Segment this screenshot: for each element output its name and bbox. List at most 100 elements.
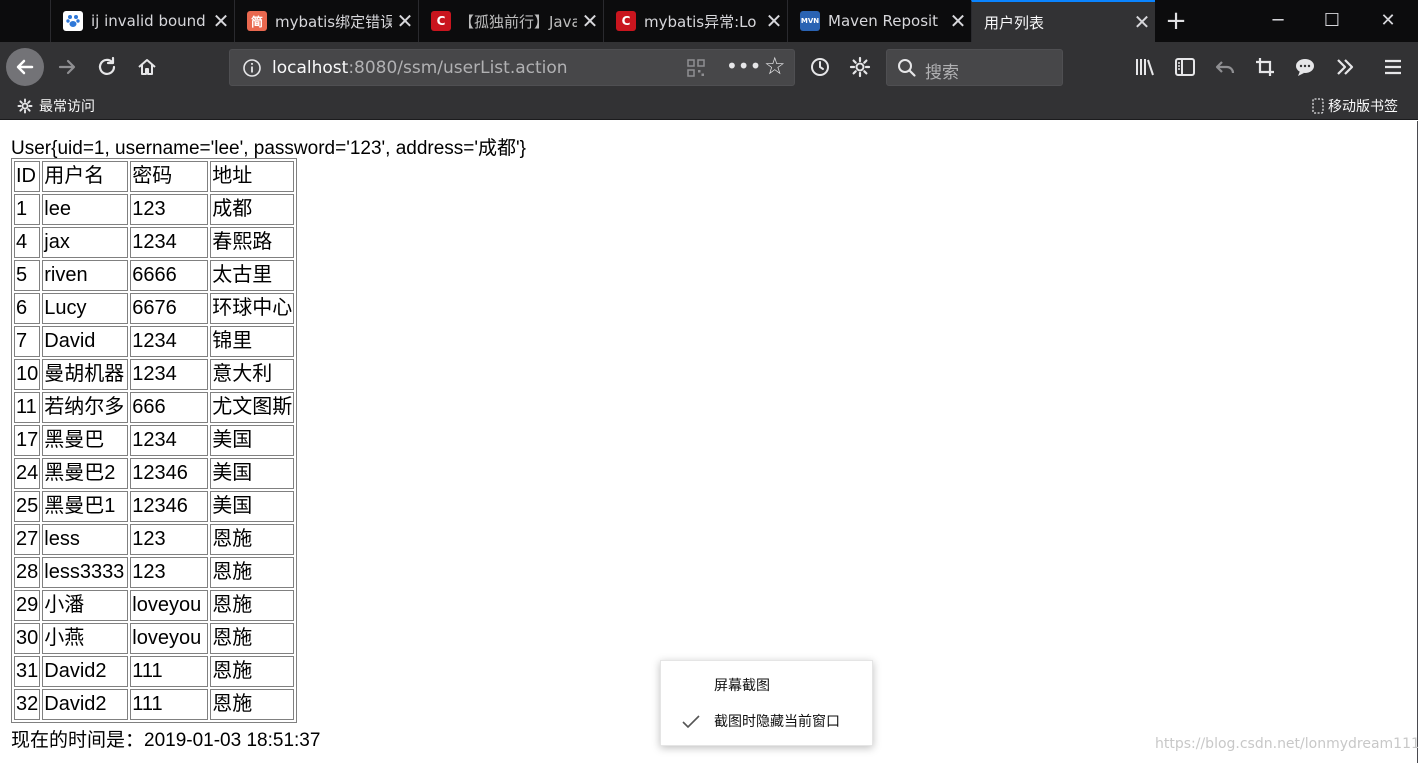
home-button[interactable] (130, 47, 164, 87)
csdn-logo-icon: C (616, 11, 636, 31)
table-cell: riven (42, 260, 129, 291)
gear-icon (17, 98, 33, 114)
forward-arrow-icon (58, 59, 76, 75)
crop-screenshot-button[interactable] (1248, 47, 1282, 87)
bookmark-star-icon[interactable]: ☆ (764, 52, 786, 80)
tab-title: Maven Reposit (828, 12, 939, 30)
table-cell: 1234 (130, 326, 209, 357)
tab-title: 用户列表 (984, 13, 1045, 32)
tab-title: ij invalid bound (91, 12, 206, 30)
table-cell: 29 (14, 590, 41, 621)
table-header-cell: 密码 (130, 161, 209, 192)
table-cell: 恩施 (210, 656, 295, 687)
table-cell: 123 (130, 524, 209, 555)
reload-button[interactable] (90, 47, 124, 87)
tab-lonely-forward-java[interactable]: C 【孤独前行】Java ✕ (418, 0, 603, 42)
table-cell: 意大利 (210, 359, 295, 390)
table-cell: jax (42, 227, 129, 258)
sidebar-icon (1175, 58, 1195, 76)
tab-maven-repository[interactable]: MVN Maven Reposit ✕ (787, 0, 971, 42)
table-row: 27 less 123 恩施 (14, 524, 295, 555)
window-close-icon[interactable]: ✕ (1360, 0, 1416, 42)
table-row: 5 riven 6666 太古里 (14, 260, 295, 291)
chat-button[interactable] (1288, 47, 1322, 87)
close-icon[interactable]: ✕ (392, 9, 418, 33)
table-cell: 春熙路 (210, 227, 295, 258)
table-cell: 6 (14, 293, 41, 324)
table-cell: 30 (14, 623, 41, 654)
user-object-text: User{uid=1, username='lee', password='12… (11, 138, 527, 159)
jianshu-logo-icon: 简 (247, 11, 267, 31)
history-button[interactable] (803, 47, 837, 87)
table-cell: 太古里 (210, 260, 295, 291)
qr-code-icon[interactable] (686, 58, 706, 78)
bookmark-label: 移动版书签 (1328, 99, 1398, 115)
table-cell: 恩施 (210, 524, 295, 555)
table-cell: 1 (14, 194, 41, 225)
table-header-cell: 用户名 (42, 161, 129, 192)
table-cell: 恩施 (210, 689, 295, 720)
close-icon[interactable]: ✕ (945, 9, 971, 33)
table-cell: 31 (14, 656, 41, 687)
close-icon[interactable]: ✕ (208, 9, 234, 33)
mobile-bookmarks-icon (1312, 98, 1324, 114)
search-box[interactable]: 搜索 (886, 49, 1063, 86)
back-button[interactable] (6, 48, 44, 86)
table-row: 32 David2 111 恩施 (14, 689, 295, 720)
table-row: 10 曼胡机器 1234 意大利 (14, 359, 295, 390)
maximize-icon[interactable]: ☐ (1304, 0, 1360, 42)
url-bar[interactable]: localhost:8080/ssm/userList.action ••• ☆ (229, 49, 795, 86)
undo-button[interactable] (1208, 47, 1242, 87)
table-cell: 1234 (130, 227, 209, 258)
tab-user-list[interactable]: 用户列表 ✕ (971, 0, 1155, 42)
tab-title: mybatis绑定错误 (275, 12, 392, 31)
new-tab-plus-icon[interactable]: + (1160, 5, 1192, 37)
tab-mybatis-exception[interactable]: C mybatis异常:Lo ✕ (603, 0, 787, 42)
table-cell: 123 (130, 194, 209, 225)
settings-button[interactable] (843, 47, 877, 87)
table-cell: 黑曼巴1 (42, 491, 129, 522)
menu-item-screen-capture[interactable]: 屏幕截图 (661, 670, 874, 702)
navigation-toolbar: localhost:8080/ssm/userList.action ••• ☆… (0, 42, 1418, 92)
close-icon[interactable]: ✕ (761, 9, 787, 33)
table-cell: Lucy (42, 293, 129, 324)
forward-button[interactable] (50, 47, 84, 87)
table-row: 6 Lucy 6676 环球中心 (14, 293, 295, 324)
table-cell: lee (42, 194, 129, 225)
tab-ij-invalid-bound[interactable]: ij invalid bound ✕ (50, 0, 234, 42)
table-cell: 24 (14, 458, 41, 489)
user-table: ID 用户名 密码 地址 1 lee 123 成都 4 jax 1234 春熙路 5 riven 6666… (11, 158, 298, 723)
menu-item-label: 截图时隐藏当前窗口 (714, 714, 840, 730)
close-icon[interactable]: ✕ (1129, 10, 1155, 34)
main-menu-button[interactable] (1376, 47, 1410, 87)
library-button[interactable] (1128, 47, 1162, 87)
maven-logo-icon: MVN (800, 11, 820, 31)
table-cell: 1234 (130, 359, 209, 390)
table-cell: 111 (130, 689, 209, 720)
table-cell: 黑曼巴2 (42, 458, 129, 489)
menu-item-hide-window-on-capture[interactable]: 截图时隐藏当前窗口 (661, 706, 874, 738)
table-cell: 小燕 (42, 623, 129, 654)
table-cell: 美国 (210, 491, 295, 522)
page-actions-icon[interactable]: ••• (726, 54, 761, 78)
table-cell: 7 (14, 326, 41, 357)
table-cell: 曼胡机器 (42, 359, 129, 390)
close-icon[interactable]: ✕ (577, 9, 603, 33)
info-icon[interactable] (242, 58, 262, 78)
overflow-chevron-button[interactable] (1328, 47, 1362, 87)
bookmark-most-visited[interactable]: 最常访问 (17, 96, 95, 116)
table-cell: 恩施 (210, 590, 295, 621)
table-cell: 12346 (130, 491, 209, 522)
table-cell: 环球中心 (210, 293, 295, 324)
watermark-text: https://blog.csdn.net/lonmydream111 (1155, 736, 1418, 752)
table-row: 4 jax 1234 春熙路 (14, 227, 295, 258)
sidebar-button[interactable] (1168, 47, 1202, 87)
minimize-icon[interactable]: ─ (1250, 0, 1306, 42)
tab-mybatis-binding-error[interactable]: 简 mybatis绑定错误 ✕ (234, 0, 418, 42)
table-cell: 25 (14, 491, 41, 522)
table-cell: 32 (14, 689, 41, 720)
table-header-cell: 地址 (210, 161, 295, 192)
reload-icon (98, 56, 116, 75)
bookmark-mobile[interactable]: 移动版书签 (1312, 96, 1398, 116)
table-cell: 美国 (210, 458, 295, 489)
